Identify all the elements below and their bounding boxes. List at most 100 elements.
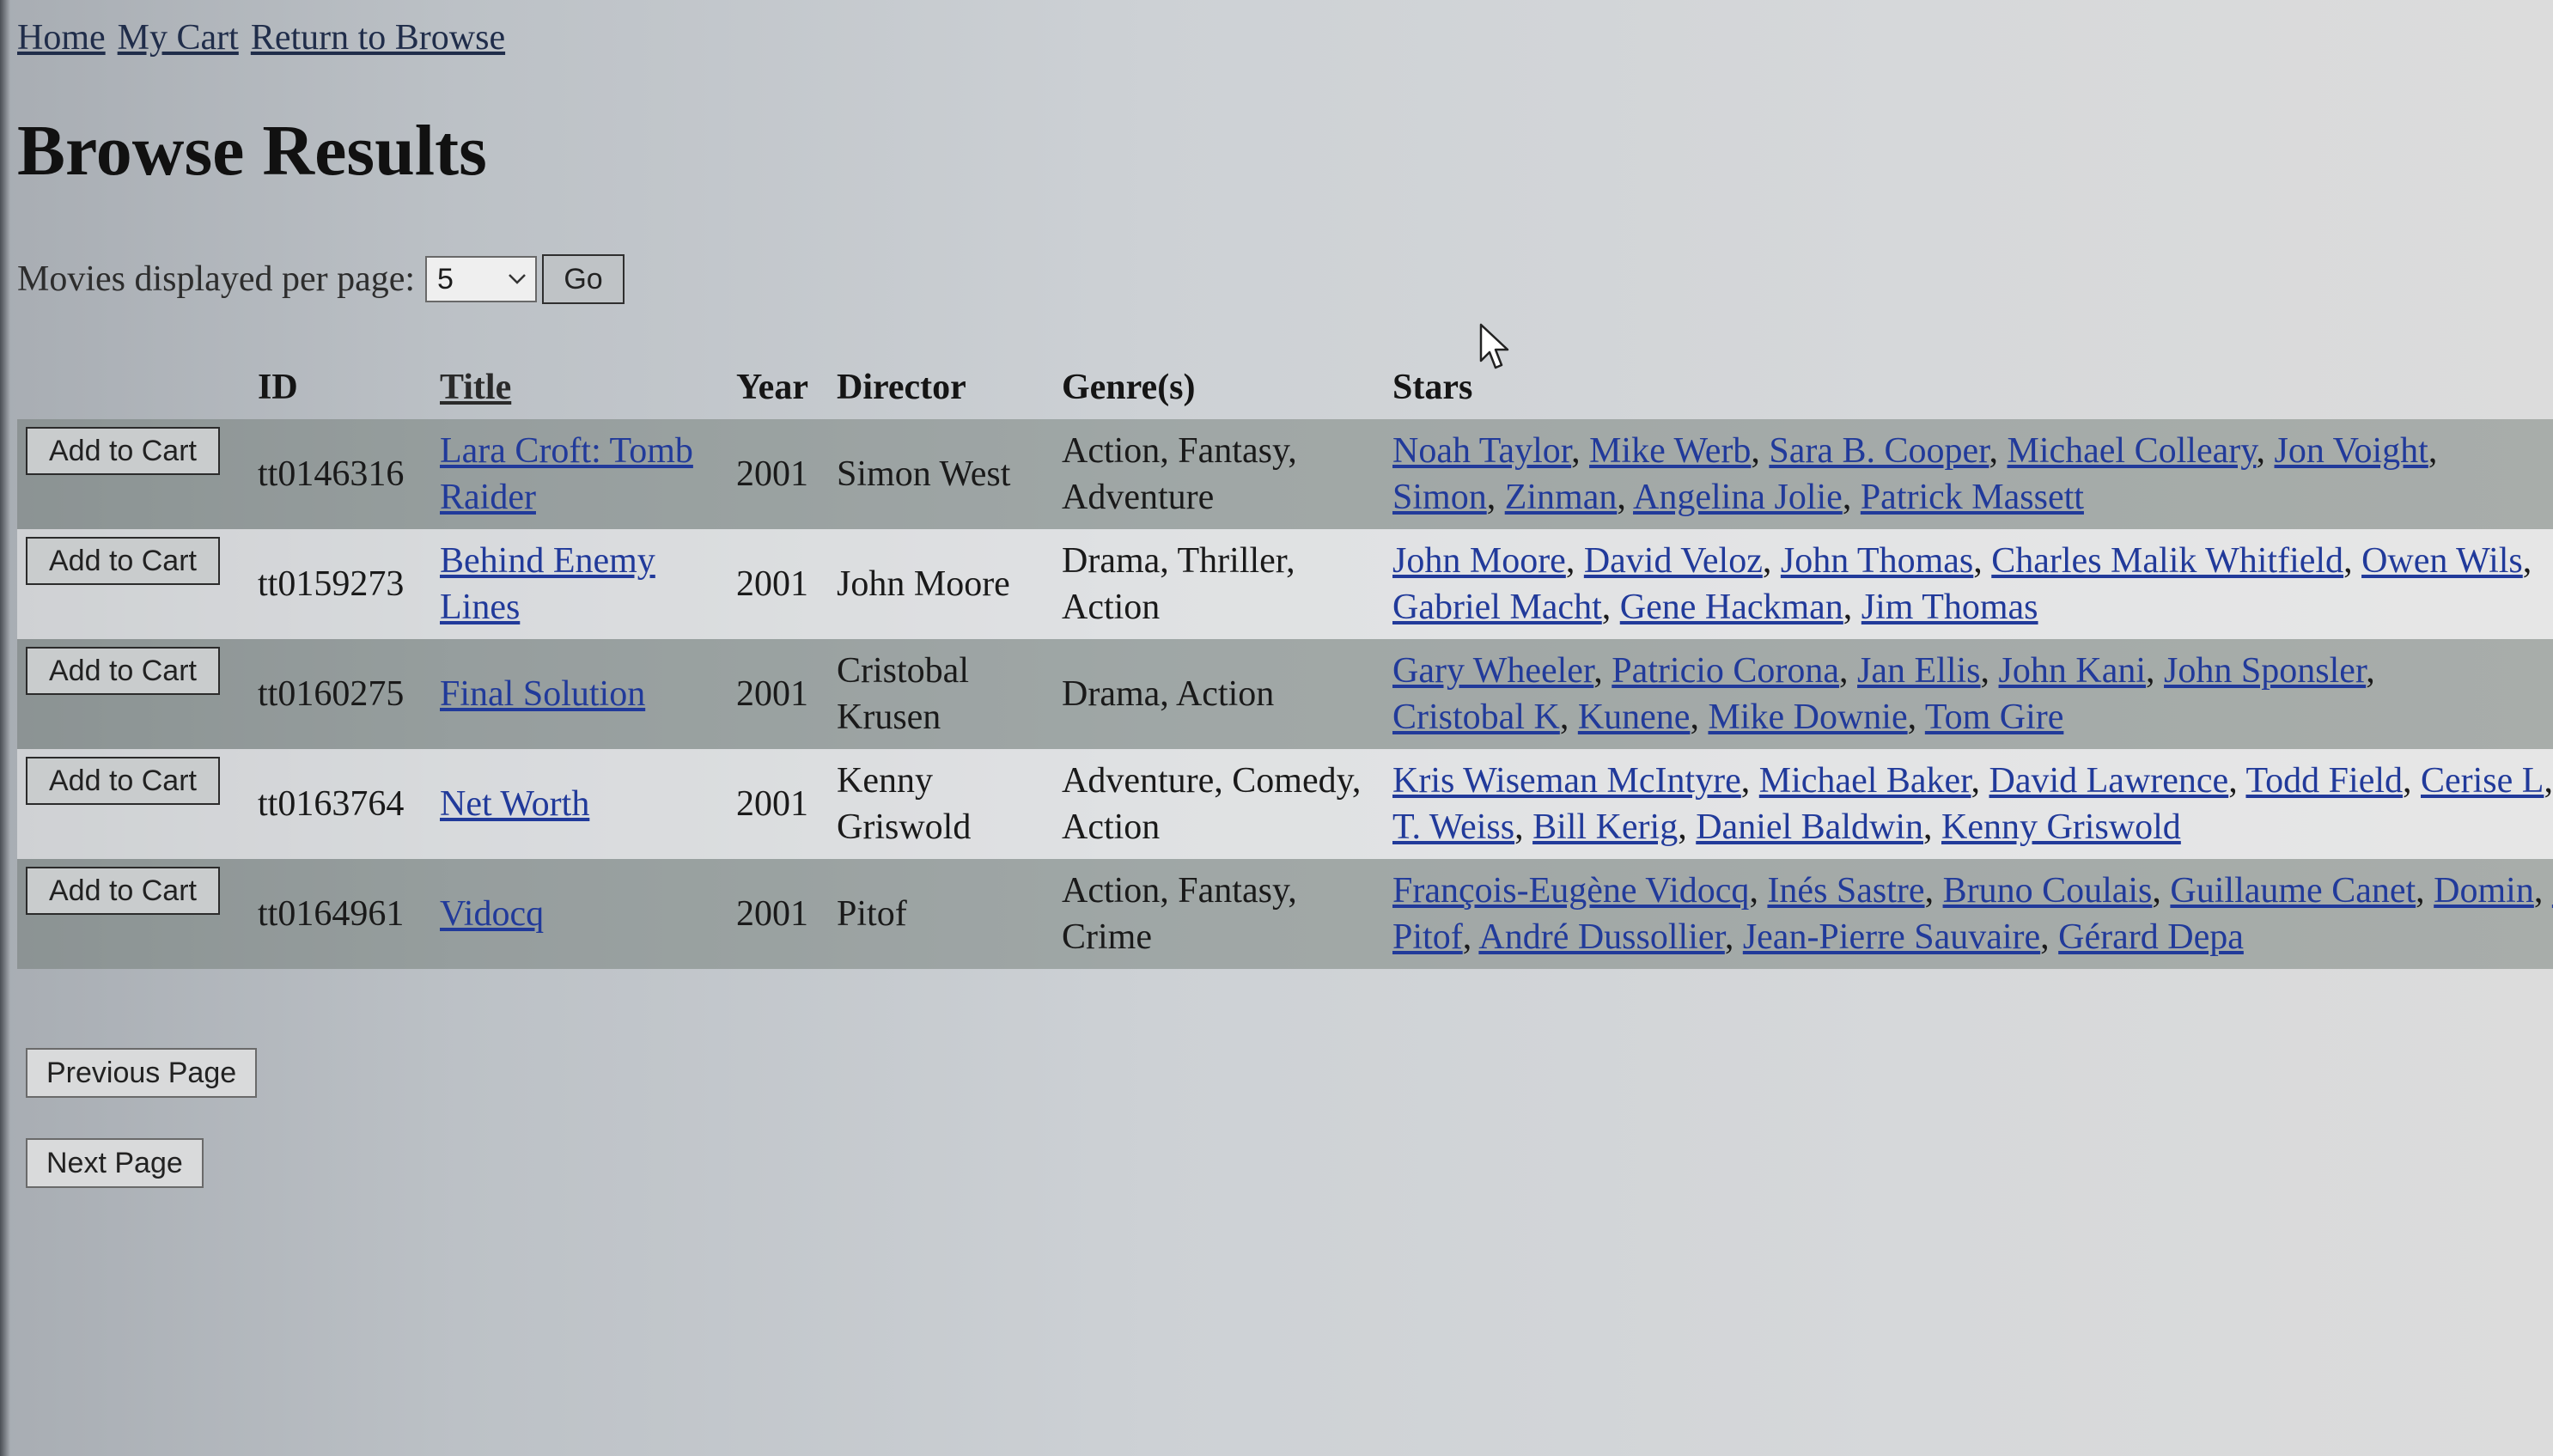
star-link[interactable]: Cerise L [2421,761,2544,801]
star-link[interactable]: Bill Kerig [1532,807,1678,847]
movie-title-link[interactable]: Final Solution [440,674,645,714]
star-link[interactable]: Domin [2434,871,2534,911]
star-link[interactable]: Charles Malik Whitfield [1991,541,2343,581]
star-link[interactable]: Todd Field [2245,761,2403,801]
movie-title-link[interactable]: Behind Enemy Lines [440,541,655,627]
star-link[interactable]: Jon Voight [2275,431,2428,471]
star-link[interactable]: Sara B. Cooper [1769,431,1989,471]
star-link[interactable]: Cristobal K [1392,698,1560,737]
results-table: ID Title Year Director Genre(s) Stars Ad… [17,356,2553,969]
star-link[interactable]: Patrick Massett [1861,478,2084,517]
star-link[interactable]: John Moore [1392,541,1566,581]
star-link[interactable]: T. Weiss [1392,807,1514,847]
header-title: Title [431,356,728,419]
sort-by-title-link[interactable]: Title [440,368,511,407]
row-action-cell: Add to Cart [17,639,249,749]
star-link[interactable]: David Lawrence [1989,761,2229,801]
add-to-cart-button[interactable]: Add to Cart [26,537,220,585]
star-link[interactable]: Jean-Pierre Sauvaire [1743,917,2040,957]
go-button[interactable]: Go [542,254,625,304]
movie-year: 2001 [728,529,828,639]
header-stars: Stars [1392,368,1473,407]
movie-id: tt0146316 [249,419,431,529]
page-title: Browse Results [17,111,487,191]
star-link[interactable]: Kunene [1578,698,1691,737]
star-link[interactable]: André Dussollier [1478,917,1724,957]
movie-stars-cell: Noah Taylor, Mike Werb, Sara B. Cooper, … [1384,419,2553,529]
star-link[interactable]: Jan Ellis [1857,651,1981,691]
movie-stars-cell: Gary Wheeler, Patricio Corona, Jan Ellis… [1384,639,2553,749]
add-to-cart-button[interactable]: Add to Cart [26,647,220,695]
star-link[interactable]: Gary Wheeler [1392,651,1593,691]
add-to-cart-button[interactable]: Add to Cart [26,427,220,475]
star-link[interactable]: Kris Wiseman McIntyre [1392,761,1741,801]
star-link[interactable]: Michael Colleary [2007,431,2256,471]
star-link[interactable]: Mike Downie [1708,698,1907,737]
movie-genres: Drama, Action [1053,639,1384,749]
movie-title-link[interactable]: Vidocq [440,894,544,934]
nav-home-link[interactable]: Home [17,17,106,58]
movie-year: 2001 [728,419,828,529]
movie-director: Pitof [828,859,1053,969]
chevron-down-icon [508,267,527,291]
movie-year: 2001 [728,749,828,859]
star-link[interactable]: Michael Baker [1759,761,1971,801]
star-link[interactable]: Daniel Baldwin [1696,807,1923,847]
per-page-label: Movies displayed per page: [17,259,416,299]
nav-cart-link[interactable]: My Cart [118,17,239,58]
next-page-button[interactable]: Next Page [26,1138,204,1188]
star-link[interactable]: Mike Werb [1589,431,1751,471]
previous-page-button[interactable]: Previous Page [26,1048,258,1098]
movie-genres: Action, Fantasy, Adventure [1053,419,1384,529]
add-to-cart-button[interactable]: Add to Cart [26,867,220,915]
table-header-row: ID Title Year Director Genre(s) Stars [17,356,2553,419]
star-link[interactable]: Gérard Depa [2058,917,2244,957]
results-body: Add to Cart tt0146316 Lara Croft: Tomb Rai… [17,419,2553,969]
add-to-cart-button[interactable]: Add to Cart [26,757,220,805]
star-link[interactable]: Pitof [1392,917,1463,957]
browse-page: Home My Cart Return to Browse Browse Res… [0,0,2553,1456]
star-link[interactable]: François-Eugène Vidocq [1392,871,1749,911]
star-link[interactable]: Angelina Jolie [1633,478,1843,517]
movie-director: John Moore [828,529,1053,639]
star-link[interactable]: Simon [1392,478,1487,517]
star-link[interactable]: Zinman [1505,478,1618,517]
movie-year: 2001 [728,859,828,969]
star-link[interactable]: Bruno Coulais [1943,871,2153,911]
movie-id: tt0164961 [249,859,431,969]
star-link[interactable]: Patricio Corona [1612,651,1839,691]
star-link[interactable]: Owen Wils [2361,541,2523,581]
top-navigation: Home My Cart Return to Browse [17,17,505,58]
movie-director: Kenny Griswold [828,749,1053,859]
screen-bezel-shadow [0,0,10,1456]
nav-browse-link[interactable]: Return to Browse [251,17,505,58]
star-link[interactable]: Inés Sastre [1767,871,1924,911]
movie-genres: Action, Fantasy, Crime [1053,859,1384,969]
star-link[interactable]: Kenny Griswold [1941,807,2181,847]
table-row: Add to Cart tt0160275 Final Solution 2001 Cr… [17,639,2553,749]
star-link[interactable]: Jim Thomas [1861,588,2038,627]
movie-stars-cell: John Moore, David Veloz, John Thomas, Ch… [1384,529,2553,639]
star-link[interactable]: John Kani [1999,651,2147,691]
row-action-cell: Add to Cart [17,419,249,529]
movie-title-cell: Final Solution [431,639,728,749]
header-director: Director [837,368,966,407]
star-link[interactable]: John Sponsler [2164,651,2366,691]
movie-id: tt0160275 [249,639,431,749]
star-link[interactable]: Gene Hackman [1620,588,1843,627]
star-link[interactable]: David Veloz [1584,541,1763,581]
movie-title-link[interactable]: Lara Croft: Tomb Raider [440,431,693,517]
row-action-cell: Add to Cart [17,859,249,969]
star-link[interactable]: Tom Gire [1925,698,2064,737]
per-page-select[interactable]: 5 [425,256,538,302]
star-link[interactable]: John Thomas [1781,541,1973,581]
movie-title-cell: Behind Enemy Lines [431,529,728,639]
star-link[interactable]: Gabriel Macht [1392,588,1602,627]
table-row: Add to Cart tt0164961 Vidocq 2001 Pitof Actio… [17,859,2553,969]
movie-title-link[interactable]: Net Worth [440,784,589,824]
movie-id: tt0163764 [249,749,431,859]
per-page-form: Movies displayed per page: 5 Go [17,254,625,304]
movie-stars-cell: Kris Wiseman McIntyre, Michael Baker, Da… [1384,749,2553,859]
star-link[interactable]: Guillaume Canet [2170,871,2416,911]
star-link[interactable]: Noah Taylor [1392,431,1571,471]
